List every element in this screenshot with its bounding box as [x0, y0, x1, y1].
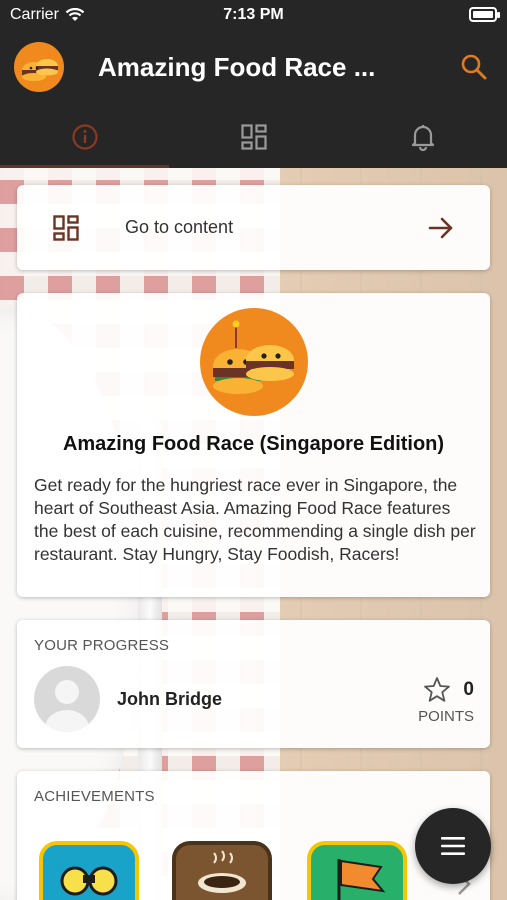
race-description: Get ready for the hungriest race ever in…	[34, 475, 476, 564]
race-title: Amazing Food Race (Singapore Edition)	[62, 433, 445, 455]
app-title: Amazing Food Race ...	[98, 52, 376, 82]
avatar	[34, 666, 100, 732]
tab-bar	[0, 106, 507, 168]
status-bar: Carrier 7:13 PM	[0, 0, 507, 30]
app-logo	[14, 42, 64, 92]
achievements-heading: ACHIEVEMENTS	[34, 788, 155, 805]
user-name: John Bridge	[117, 689, 223, 709]
arrow-right-icon	[428, 217, 453, 239]
search-icon	[461, 54, 487, 80]
grid-icon	[53, 215, 79, 241]
status-time: 7:13 PM	[223, 6, 284, 23]
achievement-badge-flag[interactable]	[307, 841, 407, 900]
progress-heading: YOUR PROGRESS	[34, 637, 170, 654]
grid-icon	[240, 124, 267, 150]
race-logo	[200, 308, 308, 416]
flag-icon	[337, 859, 386, 900]
go-to-content-label: Go to content	[125, 217, 234, 237]
menu-button[interactable]	[415, 808, 491, 884]
achievement-badge-binoculars[interactable]	[39, 841, 139, 900]
go-to-content-button[interactable]: Go to content	[17, 185, 490, 270]
achievement-badge-coffee[interactable]	[172, 841, 272, 900]
binoculars-icon	[60, 866, 118, 896]
menu-icon	[441, 837, 465, 855]
tab-notifications[interactable]	[338, 106, 507, 168]
points-value: 0	[463, 678, 474, 700]
battery-icon	[469, 7, 500, 22]
app-bar: Amazing Food Race ...	[0, 30, 507, 106]
star-icon	[424, 677, 451, 702]
info-icon	[71, 124, 98, 150]
tab-info[interactable]	[0, 106, 169, 168]
progress-card[interactable]: YOUR PROGRESS John Bridge 0 POINTS	[17, 620, 490, 748]
coffee-icon	[198, 850, 246, 893]
search-button[interactable]	[459, 52, 489, 82]
points-label: POINTS	[418, 708, 474, 725]
race-info-card: Amazing Food Race (Singapore Edition) Ge…	[17, 293, 490, 597]
tab-content[interactable]	[169, 106, 338, 168]
bell-icon	[411, 125, 434, 151]
